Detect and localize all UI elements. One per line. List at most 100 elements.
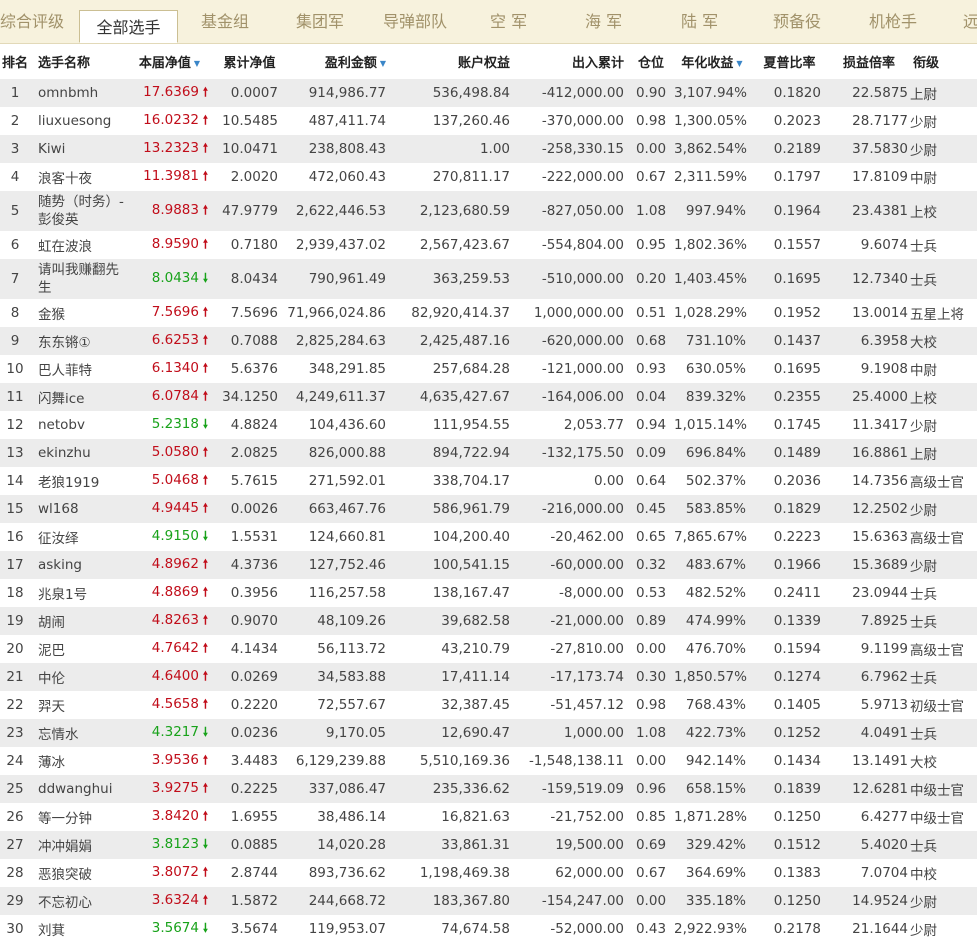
player-name-link[interactable]: 闪舞ice	[30, 383, 126, 411]
player-name-link[interactable]: 老狼1919	[30, 467, 126, 495]
table-row[interactable]: 20 泥巴 4.7642 🠕 4.1434 56,113.72 43,210.79 -27,8…	[0, 635, 977, 663]
table-row[interactable]: 27 冲冲娟娟 3.8123 🠗 0.0885 14,020.28 33,861.31 19,…	[0, 831, 977, 859]
col-sharpe-header[interactable]: 夏普比率	[750, 44, 829, 79]
col-flow-header[interactable]: 出入累计	[514, 44, 628, 79]
table-row[interactable]: 17 asking 4.8962 🠕 4.3736 127,752.46 100,541.1…	[0, 551, 977, 579]
table-row[interactable]: 28 恶狼突破 3.8072 🠕 2.8744 893,736.62 1,198,469.3…	[0, 859, 977, 887]
table-row[interactable]: 23 忘情水 4.3217 🠗 0.0236 9,170.05 12,690.47 1,000…	[0, 719, 977, 747]
player-name-link[interactable]: 等一分钟	[30, 803, 126, 831]
tab-navy[interactable]: 海 军	[585, 0, 622, 43]
sharpe-ratio-cell: 0.1964	[750, 191, 829, 231]
player-name-link[interactable]: 中伦	[30, 663, 126, 691]
tab-remote[interactable]: 远	[963, 0, 977, 43]
col-rank-header[interactable]: 排名	[0, 44, 30, 79]
table-row[interactable]: 25 ddwanghui 3.9275 🠕 0.2225 337,086.47 235,33…	[0, 775, 977, 803]
player-name-link[interactable]: 恶狼突破	[30, 859, 126, 887]
profit-cell: 71,966,024.86	[287, 305, 386, 321]
table-row[interactable]: 2 liuxuesong 16.0232 🠕 10.5485 487,411.74 137,…	[0, 107, 977, 135]
player-name-link[interactable]: 虹在波浪	[30, 231, 126, 259]
tab-missile-force[interactable]: 导弹部队	[383, 0, 447, 43]
col-annual-header[interactable]: 年化收益 ▼	[674, 44, 750, 79]
current-nav-value: 3.8123	[151, 835, 199, 852]
col-profit-header[interactable]: 盈利金额 ▼	[286, 44, 400, 79]
red-up-arrow-icon: 🠕	[202, 864, 209, 879]
table-row[interactable]: 29 不忘初心 3.6324 🠕 1.5872 244,668.72 183,367.80-…	[0, 887, 977, 915]
player-name-link[interactable]: 随势（时务）-彭俊英	[30, 191, 126, 231]
sort-indicator-icon[interactable]: ▼	[194, 59, 200, 68]
player-name-link[interactable]: ddwanghui	[30, 775, 126, 803]
position-cell: 0.95	[635, 237, 667, 253]
tab-fund-group[interactable]: 基金组	[201, 0, 249, 43]
table-row[interactable]: 3 Kiwi 13.2323 🠕 10.0471 238,808.43 1.00 -258,3…	[0, 135, 977, 163]
player-name-link[interactable]: 请叫我赚翻先生	[30, 259, 126, 299]
tab-comprehensive-rating[interactable]: 综合评级	[0, 0, 64, 43]
table-row[interactable]: 7 请叫我赚翻先生 8.0434 🠗 8.0434 790,961.49 363,259.5…	[0, 259, 977, 299]
tab-machine-gunner[interactable]: 机枪手	[869, 0, 917, 43]
col-name-header[interactable]: 选手名称	[30, 44, 126, 79]
sort-indicator-icon[interactable]: ▼	[380, 59, 386, 68]
table-row[interactable]: 16 征汝绎 4.9150 🠗 1.5531 124,660.81 104,200.40 -2…	[0, 523, 977, 551]
table-row[interactable]: 15 wl168 4.9445 🠕 0.0026 663,467.76 586,961.79…	[0, 495, 977, 523]
table-row[interactable]: 12 netobv 5.2318 🠗 4.8824 104,436.60 111,954.5…	[0, 411, 977, 439]
player-name-link[interactable]: 金猴	[30, 299, 126, 327]
player-name-link[interactable]: netobv	[30, 411, 126, 439]
col-cum-nav-header[interactable]: 累计净值	[213, 44, 286, 79]
table-row[interactable]: 1 omnbmh 17.6369 🠕 0.0007 914,986.77 536,498.8…	[0, 79, 977, 107]
tab-reserve[interactable]: 预备役	[773, 0, 821, 43]
tab-air-force[interactable]: 空 军	[490, 0, 527, 43]
player-name-link[interactable]: 刘萁	[30, 915, 126, 943]
equity-cell: 33,861.31	[400, 831, 514, 859]
col-nav-header[interactable]: 本届净值 ▼	[126, 44, 213, 79]
player-name-link[interactable]: omnbmh	[30, 79, 126, 107]
cash-flow-cell: -17,173.74	[514, 663, 628, 691]
player-name-link[interactable]: asking	[30, 551, 126, 579]
tab-army-group[interactable]: 集团军	[296, 0, 344, 43]
equity-cell: 2,425,487.16	[400, 327, 514, 355]
table-row[interactable]: 22 羿天 4.5658 🠕 0.2220 72,557.67 32,387.45 -51,4…	[0, 691, 977, 719]
player-name-link[interactable]: ekinzhu	[30, 439, 126, 467]
cumulative-nav-cell: 10.5485	[222, 113, 278, 129]
tab-all-players[interactable]: 全部选手	[79, 10, 178, 43]
table-row[interactable]: 26 等一分钟 3.8420 🠕 1.6955 38,486.14 16,821.63 -21…	[0, 803, 977, 831]
table-row[interactable]: 14 老狼1919 5.0468 🠕 5.7615 271,592.01 338,704.1…	[0, 467, 977, 495]
sort-indicator-icon[interactable]: ▼	[736, 59, 742, 68]
annual-return-cell: 1,300.05%	[674, 113, 747, 129]
player-name-link[interactable]: wl168	[30, 495, 126, 523]
military-rank-cell: 中尉	[910, 363, 937, 379]
table-row[interactable]: 19 胡闹 4.8263 🠕 0.9070 48,109.26 39,682.58 -21,0…	[0, 607, 977, 635]
player-name-link[interactable]: liuxuesong	[30, 107, 126, 135]
player-name-link[interactable]: 薄冰	[30, 747, 126, 775]
table-row[interactable]: 30 刘萁 3.5674 🠗 3.5674 119,953.07 74,674.58 -52,…	[0, 915, 977, 943]
player-name-link[interactable]: 羿天	[30, 691, 126, 719]
col-position-header[interactable]: 仓位	[628, 44, 674, 79]
player-name-link[interactable]: 浪客十夜	[30, 163, 126, 191]
table-row[interactable]: 6 虹在波浪 8.9590 🠕 0.7180 2,939,437.02 2,567,423.…	[0, 231, 977, 259]
tab-army[interactable]: 陆 军	[681, 0, 718, 43]
col-equity-header[interactable]: 账户权益	[400, 44, 514, 79]
player-name-link[interactable]: Kiwi	[30, 135, 126, 163]
player-name-link[interactable]: 胡闹	[30, 607, 126, 635]
player-name-link[interactable]: 征汝绎	[30, 523, 126, 551]
table-row[interactable]: 24 薄冰 3.9536 🠕 3.4483 6,129,239.88 5,510,169.3…	[0, 747, 977, 775]
table-row[interactable]: 11 闪舞ice 6.0784 🠕 34.1250 4,249,611.37 4,635,4…	[0, 383, 977, 411]
cumulative-nav-cell: 1.6955	[230, 809, 278, 825]
table-row[interactable]: 9 东东锵① 6.6253 🠕 0.7088 2,825,284.63 2,425,487.…	[0, 327, 977, 355]
red-up-arrow-icon: 🠕	[202, 112, 209, 127]
table-row[interactable]: 4 浪客十夜 11.3981 🠕 2.0020 472,060.43 270,811.17-…	[0, 163, 977, 191]
current-nav-value: 4.6400	[151, 667, 199, 684]
player-name-link[interactable]: 不忘初心	[30, 887, 126, 915]
table-row[interactable]: 18 兆泉1号 4.8869 🠕 0.3956 116,257.58 138,167.47-…	[0, 579, 977, 607]
player-name-link[interactable]: 巴人菲特	[30, 355, 126, 383]
player-name-link[interactable]: 忘情水	[30, 719, 126, 747]
player-name-link[interactable]: 东东锵①	[30, 327, 126, 355]
player-name-link[interactable]: 泥巴	[30, 635, 126, 663]
player-name-link[interactable]: 冲冲娟娟	[30, 831, 126, 859]
col-ratio-header[interactable]: 损益倍率	[829, 44, 909, 79]
table-row[interactable]: 5 随势（时务）-彭俊英 8.9883 🠕 47.9779 2,622,446.53 2,1…	[0, 191, 977, 231]
table-row[interactable]: 13 ekinzhu 5.0580 🠕 2.0825 826,000.88 894,722.…	[0, 439, 977, 467]
player-name-link[interactable]: 兆泉1号	[30, 579, 126, 607]
table-row[interactable]: 8 金猴 7.5696 🠕 7.5696 71,966,024.86 82,920,414.…	[0, 299, 977, 327]
col-grade-header[interactable]: 衔级	[909, 44, 977, 79]
table-row[interactable]: 10 巴人菲特 6.1340 🠕 5.6376 348,291.85 257,684.28-…	[0, 355, 977, 383]
table-row[interactable]: 21 中伦 4.6400 🠕 0.0269 34,583.88 17,411.14 -17,1…	[0, 663, 977, 691]
